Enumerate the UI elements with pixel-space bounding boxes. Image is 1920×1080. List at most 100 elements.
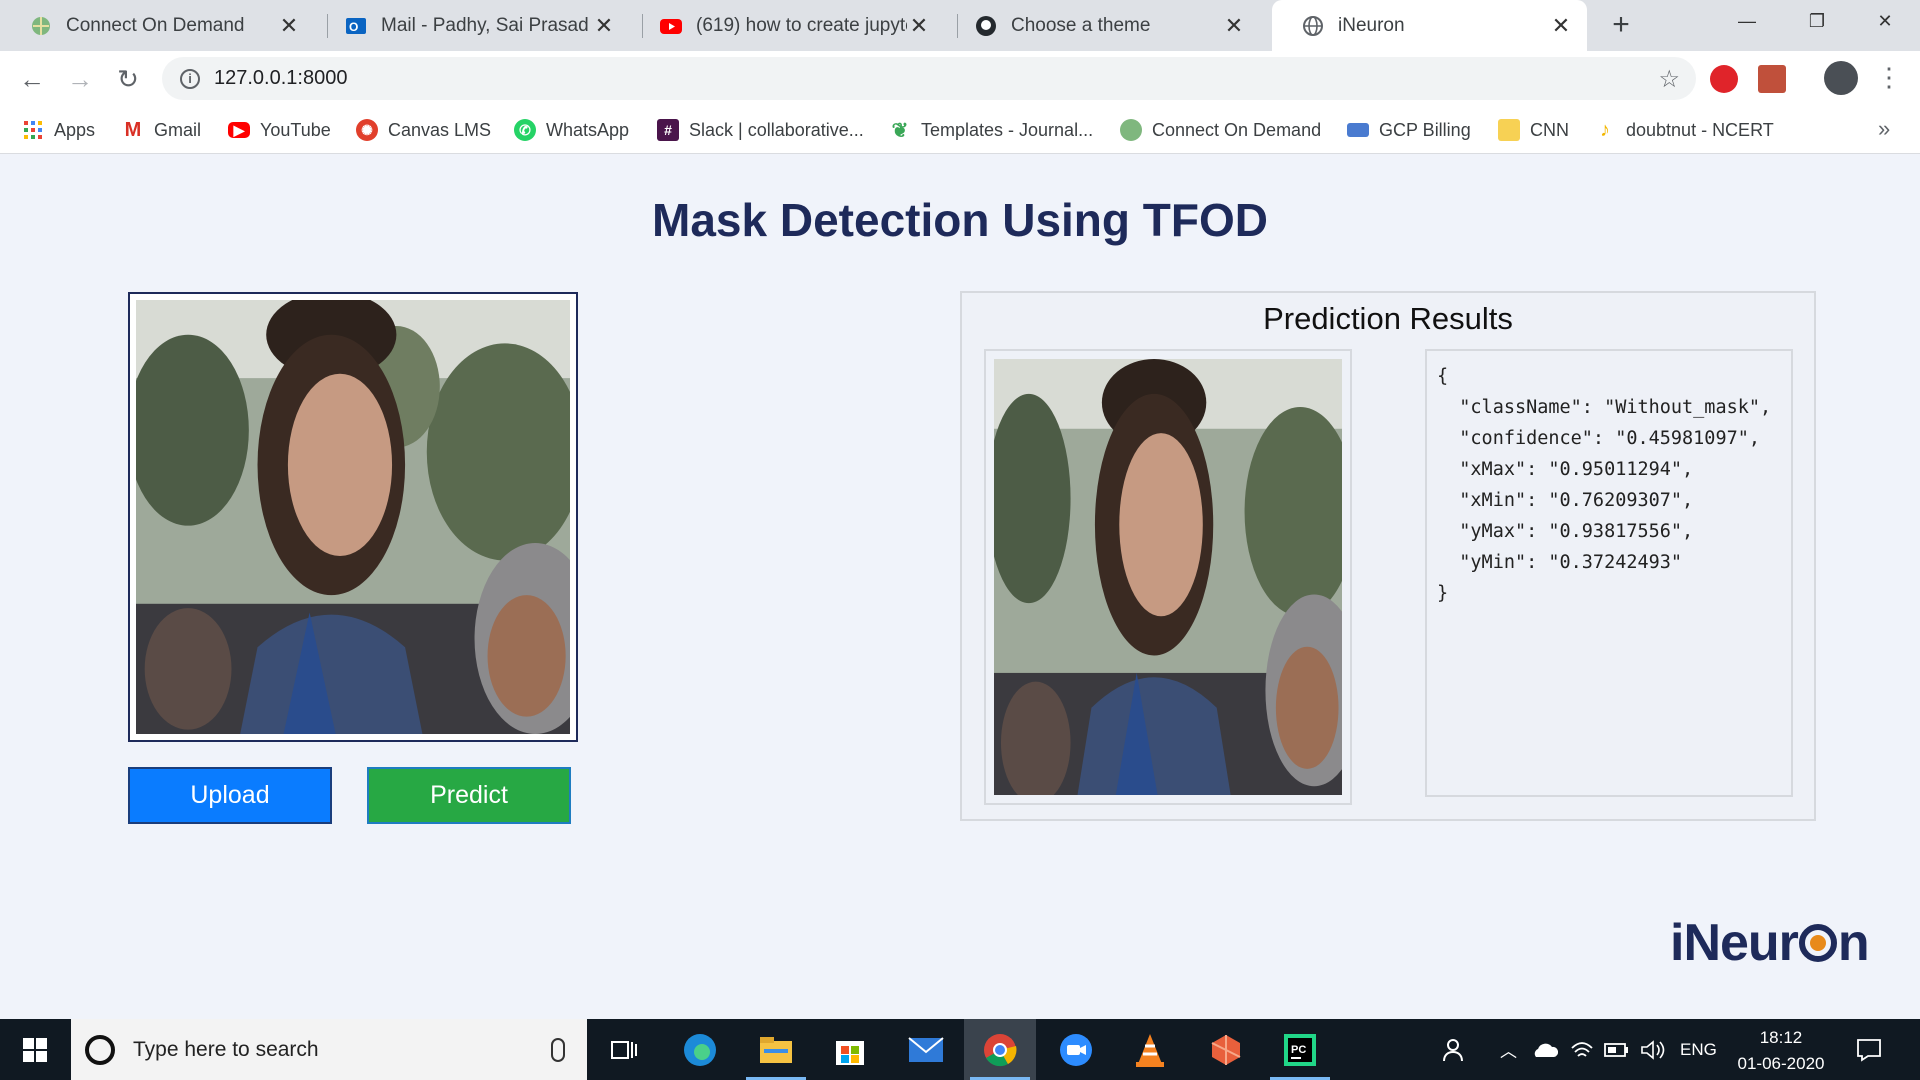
- bookmark-label: Gmail: [154, 119, 202, 140]
- microsoft-store-icon[interactable]: [814, 1019, 886, 1080]
- youtube-icon: [660, 15, 682, 37]
- tab-github[interactable]: Choose a theme ✕: [945, 0, 1260, 51]
- svg-text:PC: PC: [1291, 1044, 1306, 1056]
- logo-text: iNeur: [1670, 914, 1799, 972]
- close-window-icon[interactable]: ✕: [1850, 0, 1920, 42]
- close-tab-icon[interactable]: ✕: [1222, 13, 1246, 38]
- tab-outlook-mail[interactable]: O Mail - Padhy, Sai Prasad (Co ✕: [315, 0, 630, 51]
- tab-youtube[interactable]: (619) how to create jupyter ✕: [630, 0, 945, 51]
- windows-start-button[interactable]: [0, 1019, 70, 1080]
- zoom-icon[interactable]: [1040, 1019, 1112, 1080]
- credit-card-icon: [1347, 123, 1369, 137]
- bookmark-slack[interactable]: # Slack | collaborative...: [657, 116, 864, 144]
- bookmark-label: doubtnut - NCERT: [1626, 119, 1774, 140]
- virtualbox-icon[interactable]: [1190, 1019, 1262, 1080]
- citrix-globe-icon: [1120, 119, 1142, 141]
- tab-title: Connect On Demand: [66, 14, 245, 36]
- profile-avatar[interactable]: [1824, 61, 1858, 95]
- clock-date: 01-06-2020: [1737, 1054, 1825, 1073]
- battery-icon[interactable]: [1604, 1019, 1630, 1080]
- svg-text:O: O: [349, 20, 358, 34]
- chrome-icon[interactable]: [964, 1019, 1036, 1080]
- upload-button[interactable]: Upload: [128, 767, 332, 824]
- reload-icon[interactable]: ↻: [110, 61, 146, 97]
- restore-icon[interactable]: ❐: [1782, 0, 1852, 42]
- windows-taskbar: Type here to search PC ︿ ENG 18:12 01-06…: [0, 1019, 1920, 1080]
- tab-ineuron[interactable]: iNeuron ✕: [1272, 0, 1587, 51]
- windows-logo-icon: [23, 1037, 47, 1062]
- back-icon[interactable]: ←: [14, 61, 50, 97]
- file-explorer-icon[interactable]: [740, 1019, 812, 1080]
- tab-title: Choose a theme: [1011, 14, 1151, 36]
- forward-icon[interactable]: →: [62, 61, 98, 97]
- volume-icon[interactable]: [1640, 1019, 1666, 1080]
- task-view-icon[interactable]: [588, 1019, 660, 1080]
- canvas-icon: ✺: [356, 119, 378, 141]
- close-tab-icon[interactable]: ✕: [592, 13, 616, 38]
- bookmark-star-icon[interactable]: ☆: [1658, 65, 1680, 94]
- slack-icon: #: [657, 119, 679, 141]
- site-info-icon[interactable]: i: [180, 68, 200, 89]
- onedrive-icon[interactable]: [1530, 1019, 1558, 1080]
- bookmark-apps[interactable]: Apps: [22, 116, 95, 144]
- bookmark-connect-on-demand[interactable]: Connect On Demand: [1120, 116, 1321, 144]
- bookmark-gcp-billing[interactable]: GCP Billing: [1347, 116, 1471, 144]
- close-tab-icon[interactable]: ✕: [1549, 13, 1573, 38]
- bookmark-label: Connect On Demand: [1152, 119, 1322, 140]
- bookmark-templates[interactable]: ❦ Templates - Journal...: [889, 116, 1093, 144]
- pycharm-icon[interactable]: PC: [1264, 1019, 1336, 1080]
- bookmark-gmail[interactable]: M Gmail: [122, 116, 201, 144]
- citrix-globe-icon: [30, 15, 52, 37]
- mail-icon[interactable]: [890, 1019, 962, 1080]
- gmail-icon: M: [124, 118, 142, 141]
- bookmark-label: Templates - Journal...: [921, 119, 1094, 140]
- bookmark-label: Slack | collaborative...: [689, 119, 864, 140]
- new-tab-button[interactable]: +: [1604, 8, 1638, 42]
- browser-menu-icon[interactable]: ⋮: [1876, 63, 1902, 91]
- tab-connect-on-demand[interactable]: Connect On Demand ✕: [0, 0, 315, 51]
- bookmark-cnn[interactable]: CNN: [1498, 116, 1569, 144]
- show-hidden-icons-icon[interactable]: ︿: [1500, 1019, 1517, 1080]
- people-icon[interactable]: [1442, 1019, 1468, 1080]
- bookmark-label: GCP Billing: [1379, 119, 1471, 140]
- bookmark-whatsapp[interactable]: ✆ WhatsApp: [514, 116, 629, 144]
- tab-title: iNeuron: [1338, 14, 1405, 36]
- uploaded-photo: [136, 300, 570, 734]
- bookmarks-bar: Apps M Gmail ▶ YouTube ✺ Canvas LMS ✆ Wh…: [0, 106, 1920, 154]
- extension-icon[interactable]: [1710, 65, 1738, 93]
- github-icon: [975, 15, 997, 37]
- bookmark-label: WhatsApp: [546, 119, 630, 140]
- prediction-json-output: { "className": "Without_mask", "confiden…: [1425, 349, 1793, 797]
- taskbar-search-box[interactable]: Type here to search: [71, 1019, 587, 1080]
- browser-tabstrip: Connect On Demand ✕ O Mail - Padhy, Sai …: [0, 0, 1920, 51]
- bookmark-youtube[interactable]: ▶ YouTube: [228, 116, 331, 144]
- wifi-icon[interactable]: [1570, 1019, 1594, 1080]
- doubtnut-icon: ♪: [1600, 118, 1610, 141]
- result-photo: [994, 359, 1342, 795]
- bookmark-label: CNN: [1530, 119, 1569, 140]
- browser-toolbar: ← → ↻ i 127.0.0.1:8000 ☆ ⋮: [0, 51, 1920, 106]
- more-bookmarks-icon[interactable]: »: [1878, 116, 1890, 142]
- bookmark-canvas[interactable]: ✺ Canvas LMS: [356, 116, 491, 144]
- results-title: Prediction Results: [1263, 301, 1513, 336]
- vlc-icon[interactable]: [1114, 1019, 1186, 1080]
- pdf-extension-icon[interactable]: [1758, 65, 1786, 93]
- system-clock[interactable]: 18:12 01-06-2020: [1728, 1025, 1834, 1077]
- close-tab-icon[interactable]: ✕: [907, 13, 931, 38]
- microphone-icon[interactable]: [551, 1037, 565, 1062]
- bookmark-doubtnut[interactable]: ♪ doubtnut - NCERT: [1594, 116, 1774, 144]
- bookmark-label: YouTube: [260, 119, 331, 140]
- logo-text-end: n: [1837, 914, 1870, 972]
- cortana-icon[interactable]: [85, 1034, 115, 1065]
- edge-browser-icon[interactable]: [664, 1019, 736, 1080]
- whatsapp-icon: ✆: [514, 119, 536, 141]
- minimize-icon[interactable]: —: [1712, 0, 1782, 42]
- action-center-icon[interactable]: [1856, 1019, 1882, 1080]
- predict-button[interactable]: Predict: [367, 767, 571, 824]
- input-language[interactable]: ENG: [1680, 1019, 1717, 1080]
- clock-time: 18:12: [1759, 1028, 1803, 1047]
- tab-title: Mail - Padhy, Sai Prasad (Co: [381, 14, 592, 36]
- close-tab-icon[interactable]: ✕: [277, 13, 301, 38]
- address-bar[interactable]: i 127.0.0.1:8000 ☆: [162, 57, 1696, 100]
- outlook-icon: O: [345, 15, 367, 37]
